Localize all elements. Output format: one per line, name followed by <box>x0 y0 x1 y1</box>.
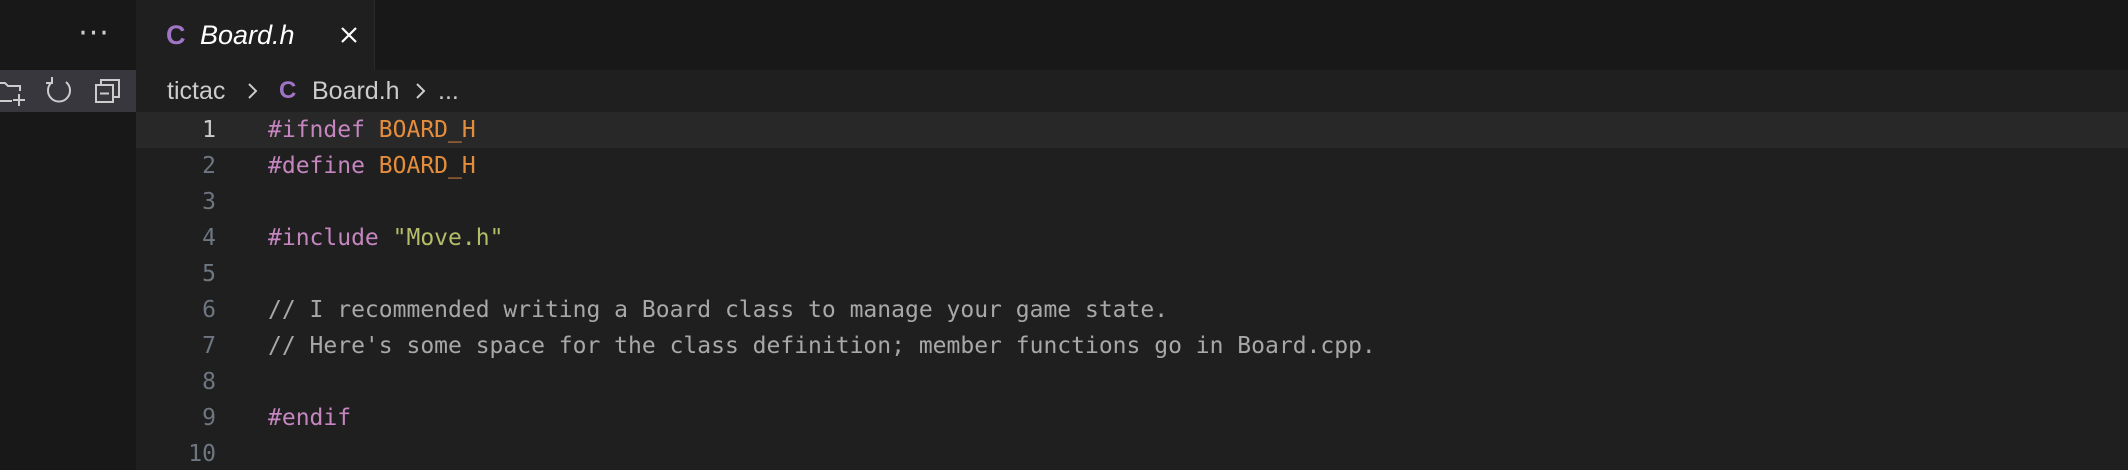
code-editor[interactable]: 1 #ifndef BOARD_H 2 #define BOARD_H 3 4 #inclu… <box>136 112 2128 470</box>
code-line[interactable]: 4 #include "Move.h" <box>136 220 2128 256</box>
preprocessor-directive: #ifndef <box>268 117 365 143</box>
refresh-icon[interactable] <box>42 74 76 108</box>
breadcrumb-folder[interactable]: tictac <box>167 70 225 112</box>
line-code: // Here's some space for the class defin… <box>268 328 1376 364</box>
code-line[interactable]: 8 <box>136 364 2128 400</box>
line-number: 6 <box>202 297 216 323</box>
new-folder-icon[interactable] <box>0 74 28 108</box>
code-line[interactable]: 5 <box>136 256 2128 292</box>
line-number: 10 <box>188 441 216 467</box>
line-number: 4 <box>202 225 216 251</box>
tab-board-h[interactable]: C Board.h <box>136 0 375 70</box>
breadcrumb-symbol[interactable]: ... <box>438 70 459 112</box>
tab-label: Board.h <box>200 20 295 50</box>
explorer-sidebar: ··· <box>0 0 136 470</box>
code-comment: // I recommended writing a Board class t… <box>268 297 1169 323</box>
line-number: 1 <box>202 117 216 143</box>
line-code: #include "Move.h" <box>268 220 503 256</box>
code-line[interactable]: 10 <box>136 436 2128 470</box>
collapse-all-icon[interactable] <box>91 74 125 108</box>
line-code: #endif <box>268 400 351 436</box>
line-code: #ifndef BOARD_H <box>268 112 476 148</box>
macro-name: BOARD_H <box>378 117 476 143</box>
preprocessor-directive: #define <box>268 153 365 179</box>
breadcrumb: tictac C Board.h ... <box>136 70 2128 112</box>
c-file-icon: C <box>166 20 186 50</box>
code-line[interactable]: 2 #define BOARD_H <box>136 148 2128 184</box>
code-comment: // Here's some space for the class defin… <box>268 333 1376 359</box>
line-number: 7 <box>202 333 216 359</box>
include-path: "Move.h" <box>392 225 504 251</box>
line-code: // I recommended writing a Board class t… <box>268 292 1168 328</box>
line-code: #define BOARD_H <box>268 148 476 184</box>
vscode-window: ··· C Board.h tictac C Board.h ... 1 #if… <box>0 0 2128 470</box>
code-line[interactable]: 1 #ifndef BOARD_H <box>136 112 2128 148</box>
breadcrumb-file[interactable]: Board.h <box>312 70 400 112</box>
chevron-right-icon <box>240 79 264 103</box>
more-actions-icon[interactable]: ··· <box>74 14 114 54</box>
preprocessor-directive: #include <box>268 225 379 251</box>
line-number: 2 <box>202 153 216 179</box>
preprocessor-directive: #endif <box>268 405 352 431</box>
editor-tab-bar: C Board.h <box>136 0 2128 70</box>
explorer-toolbar <box>0 70 136 112</box>
code-line[interactable]: 7 // Here's some space for the class defi… <box>136 328 2128 364</box>
code-line[interactable]: 6 // I recommended writing a Board class … <box>136 292 2128 328</box>
line-number: 9 <box>202 405 216 431</box>
line-number: 8 <box>202 369 216 395</box>
code-line[interactable]: 3 <box>136 184 2128 220</box>
macro-name: BOARD_H <box>378 153 476 179</box>
chevron-right-icon <box>408 79 432 103</box>
code-line[interactable]: 9 #endif <box>136 400 2128 436</box>
close-icon[interactable] <box>332 18 366 52</box>
line-number: 5 <box>202 261 216 287</box>
line-number: 3 <box>202 189 216 215</box>
c-file-icon: C <box>279 77 297 104</box>
